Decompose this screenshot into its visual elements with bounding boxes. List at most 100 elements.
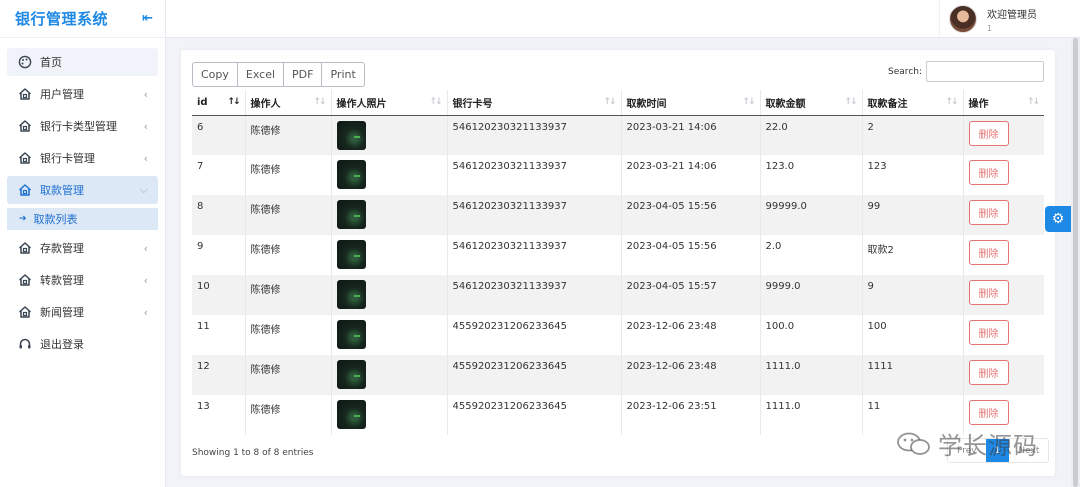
cell-withdraw-time: 2023-12-06 23:48 xyxy=(620,315,760,355)
print-button[interactable]: Print xyxy=(321,62,365,87)
sidebar-item-news[interactable]: 新闻管理 ‹ xyxy=(7,298,158,326)
sidebar-item-deposits[interactable]: 存款管理 ‹ xyxy=(7,234,158,262)
cell-card-number: 546120230321133937 xyxy=(446,115,621,155)
pdf-button[interactable]: PDF xyxy=(283,62,323,87)
column-header[interactable]: 取款金额 ↑↓ xyxy=(759,90,862,116)
search-box: Search: xyxy=(888,61,1044,82)
cell-id: 7 xyxy=(192,155,245,195)
brand-title: 银行管理系统 xyxy=(15,10,109,28)
cell-operator: 陈德修 xyxy=(244,115,331,155)
delete-button[interactable]: 删除 xyxy=(968,320,1009,345)
column-header-label: id xyxy=(197,96,208,108)
sort-icon: ↑↓ xyxy=(844,97,857,107)
cell-note: 123 xyxy=(861,155,963,195)
cell-card-number: 455920231206233645 xyxy=(446,395,621,435)
column-header[interactable]: 银行卡号 ↑↓ xyxy=(446,90,621,116)
cell-operator: 陈德修 xyxy=(244,355,331,395)
sidebar-item-logout[interactable]: 退出登录 xyxy=(7,330,158,358)
cell-actions: 删除 xyxy=(962,115,1044,155)
sidebar-item-label: 银行卡管理 xyxy=(40,152,95,165)
user-greeting: 欢迎管理员 xyxy=(987,9,1037,21)
delete-button[interactable]: 删除 xyxy=(968,360,1009,385)
sidebar-item-cards[interactable]: 银行卡管理 ‹ xyxy=(7,144,158,172)
sort-icon: ↑↓ xyxy=(742,97,755,107)
operator-photo xyxy=(336,240,366,269)
column-header[interactable]: 操作人照片 ↑↓ xyxy=(330,90,447,116)
user-id: 1 xyxy=(987,23,993,33)
chevron-left-icon: ‹ xyxy=(143,305,148,319)
column-header-label: 取款时间 xyxy=(626,98,667,110)
cell-photo xyxy=(330,115,447,155)
column-header[interactable]: id ↑↓ xyxy=(192,90,245,116)
delete-button[interactable]: 删除 xyxy=(968,160,1009,185)
chevron-left-icon: ‹ xyxy=(143,119,148,133)
cell-amount: 2.0 xyxy=(759,235,862,275)
sidebar-item-transfers[interactable]: 转款管理 ‹ xyxy=(7,266,158,294)
sidebar-item-users[interactable]: 用户管理 ‹ xyxy=(7,80,158,108)
table-row: 9 陈德修 546120230321133937 2023-04-05 15:56 2.… xyxy=(192,235,1044,275)
search-label: Search: xyxy=(888,66,922,77)
home-icon xyxy=(18,183,32,197)
delete-button[interactable]: 删除 xyxy=(968,240,1009,265)
sidebar-item-label: 新闻管理 xyxy=(40,306,84,319)
home-icon xyxy=(18,305,32,319)
cell-note: 2 xyxy=(861,115,963,155)
user-menu[interactable]: 欢迎管理员 1 xyxy=(939,0,1080,38)
excel-button[interactable]: Excel xyxy=(236,62,285,87)
table-body: 6 陈德修 546120230321133937 2023-03-21 14:06 22… xyxy=(192,115,1044,435)
delete-button[interactable]: 删除 xyxy=(968,120,1009,146)
search-input[interactable] xyxy=(926,61,1044,82)
column-header[interactable]: 操作人 ↑↓ xyxy=(244,90,331,116)
table-row: 8 陈德修 546120230321133937 2023-04-05 15:56 99… xyxy=(192,195,1044,235)
cell-actions: 删除 xyxy=(962,355,1044,395)
home-icon xyxy=(18,119,32,133)
export-button-group: Copy Excel PDF Print xyxy=(192,62,365,87)
cell-amount: 1111.0 xyxy=(759,395,862,435)
delete-button[interactable]: 删除 xyxy=(968,200,1009,225)
column-header-label: 银行卡号 xyxy=(452,98,493,110)
sidebar-subitem-withdrawal-list[interactable]: ➔ 取款列表 xyxy=(7,208,158,230)
cell-actions: 删除 xyxy=(962,155,1044,195)
operator-photo xyxy=(336,320,366,349)
page-scrollbar[interactable] xyxy=(1071,38,1080,487)
cell-operator: 陈德修 xyxy=(244,155,331,195)
table-header-row: id ↑↓ 操作人 ↑↓ 操作人照片 ↑↓ 银行卡号 ↑↓ 取款时间 ↑↓ 取款金额 ↑↓ 取款备注 ↑↓… xyxy=(192,90,1044,116)
home-icon xyxy=(18,87,32,101)
wechat-icon xyxy=(897,432,930,455)
sidebar-item-withdrawals[interactable]: 取款管理 ⌵ xyxy=(7,176,158,204)
table-row: 6 陈德修 546120230321133937 2023-03-21 14:06 22… xyxy=(192,115,1044,155)
cell-card-number: 455920231206233645 xyxy=(446,355,621,395)
settings-gear-icon[interactable]: ⚙ xyxy=(1045,206,1071,232)
delete-button[interactable]: 删除 xyxy=(968,280,1009,305)
withdrawal-list-card: Copy Excel PDF Print Search: id ↑↓ 操作人 ↑↓ 操作… xyxy=(181,50,1055,476)
cell-operator: 陈德修 xyxy=(244,315,331,355)
cell-operator: 陈德修 xyxy=(244,395,331,435)
sidebar-menu: 首页 用户管理 ‹ 银行卡类型管理 ‹ 银行卡管理 ‹ 取款管理 ⌵ ➔ 取款列表 存款管理 ‹ 转款管理… xyxy=(0,38,165,358)
sort-icon: ↑↓ xyxy=(429,97,442,107)
collapse-sidebar-icon[interactable]: ⇤ xyxy=(142,11,153,26)
cell-operator: 陈德修 xyxy=(244,275,331,315)
cell-amount: 99999.0 xyxy=(759,195,862,235)
sidebar-item-label: 转款管理 xyxy=(40,274,84,287)
table-row: 10 陈德修 546120230321133937 2023-04-05 15:57 9… xyxy=(192,275,1044,315)
column-header[interactable]: 操作 ↑↓ xyxy=(962,90,1044,116)
sidebar-item-label: 存款管理 xyxy=(40,242,84,255)
cell-photo xyxy=(330,315,447,355)
headset-icon xyxy=(18,337,32,351)
cell-id: 10 xyxy=(192,275,245,315)
copy-button[interactable]: Copy xyxy=(192,62,238,87)
sidebar-item-home[interactable]: 首页 xyxy=(7,48,158,76)
delete-button[interactable]: 删除 xyxy=(968,400,1009,425)
column-header[interactable]: 取款时间 ↑↓ xyxy=(620,90,760,116)
sidebar-item-card-types[interactable]: 银行卡类型管理 ‹ xyxy=(7,112,158,140)
entries-info: Showing 1 to 8 of 8 entries xyxy=(192,448,314,458)
cell-card-number: 546120230321133937 xyxy=(446,155,621,195)
chevron-left-icon: ‹ xyxy=(143,273,148,287)
column-header[interactable]: 取款备注 ↑↓ xyxy=(861,90,963,116)
avatar[interactable] xyxy=(949,5,977,33)
cell-amount: 100.0 xyxy=(759,315,862,355)
cell-note: 100 xyxy=(861,315,963,355)
operator-photo xyxy=(336,160,366,189)
scrollbar-thumb[interactable] xyxy=(1073,38,1078,487)
sidebar-item-label: 取款管理 xyxy=(40,184,84,197)
